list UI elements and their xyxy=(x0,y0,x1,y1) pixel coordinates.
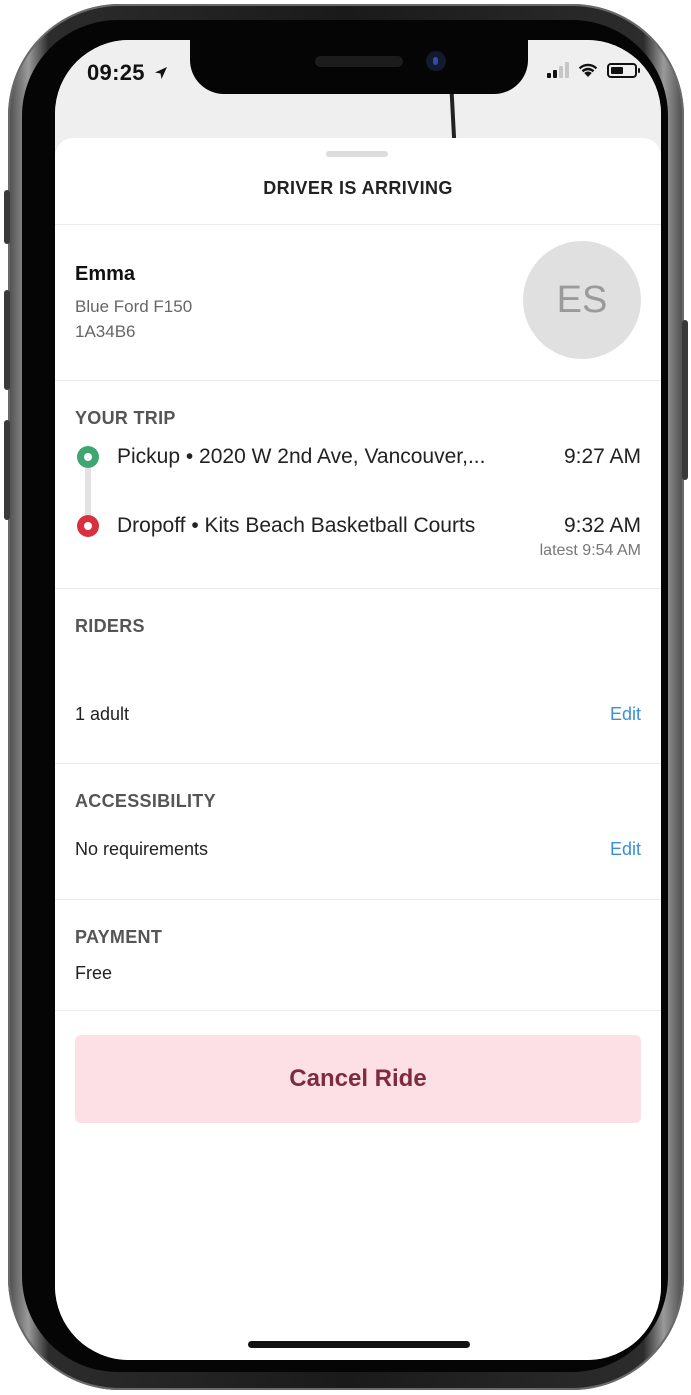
dropoff-time: 9:32 AM xyxy=(563,514,641,537)
riders-edit-link[interactable]: Edit xyxy=(610,704,641,725)
divider xyxy=(55,224,661,225)
payment-value: Free xyxy=(75,963,113,983)
status-time-text: 09:25 xyxy=(87,60,145,85)
accessibility-edit-link[interactable]: Edit xyxy=(610,839,641,860)
divider xyxy=(55,763,661,764)
payment-section-label: PAYMENT xyxy=(75,927,163,947)
driver-vehicle: Blue Ford F150 xyxy=(75,297,193,316)
divider xyxy=(55,588,661,589)
riders-value: 1 adult xyxy=(75,704,130,724)
ride-status-sheet: DRIVER IS ARRIVING Emma Blue Ford F150 1… xyxy=(55,138,661,1360)
dropoff-address[interactable]: Dropoff • Kits Beach Basketball Courts xyxy=(117,514,475,538)
trip-connector-line xyxy=(85,463,91,519)
divider xyxy=(55,1010,661,1011)
pickup-time: 9:27 AM xyxy=(563,445,641,468)
silent-switch xyxy=(4,190,10,244)
location-arrow-icon xyxy=(155,67,168,79)
sheet-drag-handle[interactable] xyxy=(326,151,388,157)
divider xyxy=(55,380,661,381)
driver-name: Emma xyxy=(75,263,136,285)
stage: 09:25 DRIVER IS ARRIVING Emma Blue Ford … xyxy=(0,0,691,1395)
riders-section-label: RIDERS xyxy=(75,616,145,636)
accessibility-section-label: ACCESSIBILITY xyxy=(75,791,216,811)
speaker-grille xyxy=(315,56,403,67)
divider xyxy=(55,899,661,900)
front-camera xyxy=(426,51,446,71)
volume-up-button xyxy=(4,290,10,390)
accessibility-value: No requirements xyxy=(75,839,209,859)
volume-down-button xyxy=(4,420,10,520)
phone-screen: 09:25 DRIVER IS ARRIVING Emma Blue Ford … xyxy=(55,40,661,1360)
driver-plate: 1A34B6 xyxy=(75,322,136,341)
pickup-address[interactable]: Pickup • 2020 W 2nd Ave, Vancouver,... xyxy=(117,445,485,469)
cancel-ride-button[interactable]: Cancel Ride xyxy=(75,1035,641,1123)
status-icons xyxy=(547,62,640,78)
cellular-signal-icon xyxy=(547,62,569,78)
power-button xyxy=(682,320,688,480)
driver-avatar: ES xyxy=(523,241,641,359)
camera-notch xyxy=(190,40,528,94)
trip-section-label: YOUR TRIP xyxy=(75,408,176,428)
dropoff-latest-time: latest 9:54 AM xyxy=(539,542,641,559)
home-indicator[interactable] xyxy=(248,1341,470,1348)
status-time: 09:25 xyxy=(87,60,169,86)
battery-icon xyxy=(607,62,640,78)
sheet-title: DRIVER IS ARRIVING xyxy=(263,178,453,198)
pickup-marker-icon xyxy=(77,446,99,468)
wifi-icon xyxy=(578,63,598,77)
dropoff-marker-icon xyxy=(77,515,99,537)
